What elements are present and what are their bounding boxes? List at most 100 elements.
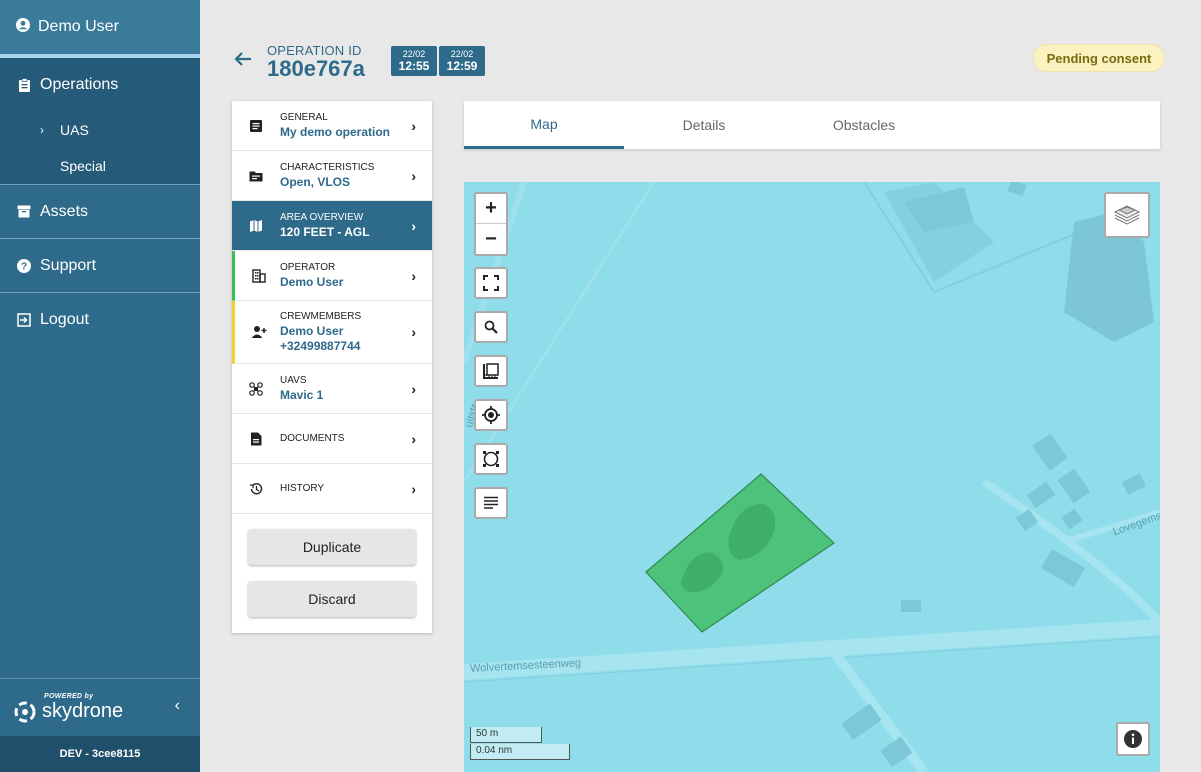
back-arrow-icon[interactable] [232, 48, 254, 70]
locate-icon [482, 406, 500, 424]
step-label: CREWMEMBERS [280, 311, 362, 322]
powered-by: POWERED by [44, 693, 94, 700]
step-value: Demo User [280, 275, 344, 289]
nav-uas[interactable]: › UAS [0, 112, 200, 148]
step-area-overview[interactable]: AREA OVERVIEW 120 FEET - AGL › [232, 201, 432, 251]
step-documents[interactable]: DOCUMENTS › [232, 414, 432, 464]
chevron-right-icon: › [411, 167, 416, 184]
measure-button[interactable] [474, 355, 508, 387]
step-value-2: +32499887744 [280, 339, 361, 353]
step-history[interactable]: HISTORY › [232, 464, 432, 514]
step-crewmembers[interactable]: CREWMEMBERS Demo User +32499887744 › [232, 301, 432, 364]
operations-submenu: › UAS Special [0, 112, 200, 185]
scale-meters: 50 m [470, 727, 542, 743]
step-value: Demo User [280, 324, 344, 338]
building-icon [251, 268, 267, 284]
step-value: Open, VLOS [280, 175, 351, 189]
draw-shape-button[interactable] [474, 443, 508, 475]
search-icon [484, 320, 498, 334]
layers-icon [1113, 205, 1141, 225]
start-time: 22/02 12:55 [391, 46, 437, 76]
step-uavs[interactable]: UAVS Mavic 1 › [232, 364, 432, 414]
clipboard-icon [16, 77, 32, 93]
user-icon [16, 17, 30, 37]
end-time-text: 12:59 [446, 59, 478, 73]
step-label: OPERATOR [280, 262, 336, 273]
step-label: HISTORY [280, 483, 325, 494]
zoom-in-button[interactable]: + [476, 194, 506, 224]
nav-assets-label: Assets [40, 202, 89, 220]
map-view[interactable]: Wolvertemsesteenweg Lovegems uitstr + − … [464, 182, 1160, 772]
start-date-text: 22/02 [402, 49, 426, 59]
step-value: My demo operation [280, 125, 391, 139]
step-characteristics[interactable]: CHARACTERISTICS Open, VLOS › [232, 151, 432, 201]
draw-shape-icon [483, 451, 499, 467]
nav-operations[interactable]: Operations [0, 58, 200, 112]
discard-button[interactable]: Discard [248, 581, 416, 617]
step-label: UAVS [280, 375, 307, 386]
brand: POWERED by skydrone ‹ [0, 678, 200, 736]
chevron-right-icon: › [411, 480, 416, 497]
info-button[interactable] [1116, 722, 1150, 756]
operation-times: 22/02 12:55 22/02 12:59 [391, 46, 485, 76]
nav-uas-label: UAS [60, 122, 89, 138]
ruler-icon [483, 363, 499, 379]
duplicate-button[interactable]: Duplicate [248, 529, 416, 565]
tab-obstacles[interactable]: Obstacles [784, 101, 944, 149]
document-icon [248, 431, 264, 447]
locate-button[interactable] [474, 399, 508, 431]
nav-logout-label: Logout [40, 310, 89, 328]
steps-card: GENERAL My demo operation › CHARACTERIST… [232, 101, 432, 633]
zoom-out-button[interactable]: − [476, 224, 506, 254]
user-menu[interactable]: Demo User [0, 0, 200, 54]
info-icon [1124, 730, 1142, 748]
brand-name: skydrone [42, 700, 124, 722]
nav-special[interactable]: Special [0, 148, 200, 184]
article-icon [248, 118, 264, 134]
legend-button[interactable] [474, 487, 508, 519]
nav-logout[interactable]: Logout [0, 293, 200, 346]
sidebar: Demo User Operations › UAS Special Asset… [0, 0, 200, 772]
tab-map[interactable]: Map [464, 101, 624, 149]
map-background [464, 182, 1160, 772]
end-date-text: 22/02 [450, 49, 474, 59]
nav-support[interactable]: ? Support [0, 239, 200, 293]
fullscreen-button[interactable] [474, 267, 508, 299]
chevron-right-icon: › [411, 117, 416, 134]
collapse-sidebar-icon[interactable]: ‹ [175, 697, 180, 715]
step-value: 120 FEET - AGL [280, 225, 370, 239]
chevron-right-icon: › [411, 267, 416, 284]
step-operator[interactable]: OPERATOR Demo User › [232, 251, 432, 301]
search-button[interactable] [474, 311, 508, 343]
archive-icon [16, 204, 32, 220]
chevron-right-icon: › [411, 430, 416, 447]
build-version: DEV - 3cee8115 [0, 736, 200, 772]
chevron-right-icon: › [411, 380, 416, 397]
step-general[interactable]: GENERAL My demo operation › [232, 101, 432, 151]
sidebar-footer: POWERED by skydrone ‹ DEV - 3cee8115 [0, 678, 200, 772]
map-icon [248, 218, 264, 234]
end-time: 22/02 12:59 [439, 46, 485, 76]
add-person-icon [251, 324, 267, 340]
nav-operations-label: Operations [40, 76, 119, 93]
step-label: CHARACTERISTICS [280, 162, 375, 173]
zoom-control: + − [474, 192, 508, 256]
chevron-right-icon: › [411, 324, 416, 340]
svg-text:?: ? [21, 261, 27, 272]
fullscreen-icon [483, 275, 499, 291]
skydrone-logo-icon [14, 701, 36, 722]
nav-support-label: Support [40, 256, 97, 274]
history-icon [248, 481, 264, 497]
scale-nautical: 0.04 nm [470, 744, 570, 760]
list-icon [484, 496, 498, 509]
start-time-text: 12:55 [398, 59, 430, 73]
layers-button[interactable] [1104, 192, 1150, 238]
step-label: GENERAL [280, 112, 328, 123]
nav-assets[interactable]: Assets [0, 185, 200, 239]
tab-bar: Map Details Obstacles [464, 101, 1160, 149]
user-name: Demo User [38, 18, 119, 35]
help-icon: ? [16, 258, 32, 274]
logout-icon [16, 312, 32, 328]
tab-details[interactable]: Details [624, 101, 784, 149]
chevron-right-icon: › [411, 217, 416, 234]
